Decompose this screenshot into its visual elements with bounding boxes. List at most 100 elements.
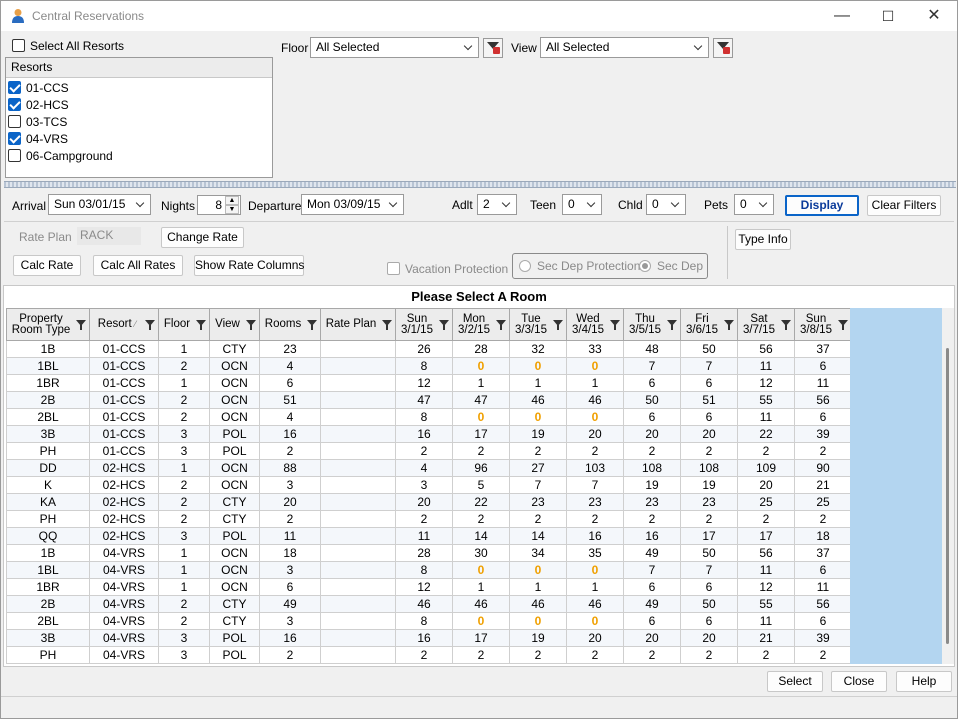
table-cell: 2 bbox=[509, 646, 567, 664]
column-header[interactable]: Property Room Type bbox=[6, 308, 90, 341]
resort-checkbox[interactable] bbox=[8, 115, 21, 128]
table-row[interactable]: 2BL 04-VRS 2 CTY 3 8 0 0 0 6 6 11 6 bbox=[6, 612, 852, 630]
table-row[interactable]: K 02-HCS 2 OCN 3 3 5 7 7 19 19 20 21 bbox=[6, 476, 852, 494]
column-filter-icon[interactable] bbox=[382, 320, 392, 330]
column-filter-icon[interactable] bbox=[667, 320, 677, 330]
table-row[interactable]: KA 02-HCS 2 CTY 20 20 22 23 23 23 23 25 25 bbox=[6, 493, 852, 511]
arrival-date-picker[interactable]: Sun 03/01/15 bbox=[48, 194, 151, 215]
change-rate-button[interactable]: Change Rate bbox=[161, 227, 244, 248]
chevron-down-icon bbox=[461, 38, 478, 57]
table-row[interactable]: 1BR 04-VRS 1 OCN 6 12 1 1 1 6 6 12 11 bbox=[6, 578, 852, 596]
close-window-button[interactable]: ✕ bbox=[911, 1, 957, 31]
column-header-label: View bbox=[215, 318, 240, 330]
table-cell: 46 bbox=[509, 391, 567, 409]
show-rate-columns-button[interactable]: Show Rate Columns bbox=[194, 255, 304, 276]
table-row[interactable]: PH 02-HCS 2 CTY 2 2 2 2 2 2 2 2 2 bbox=[6, 510, 852, 528]
table-row[interactable]: 1BL 01-CCS 2 OCN 4 8 0 0 0 7 7 11 6 bbox=[6, 357, 852, 375]
table-cell: 20 bbox=[566, 425, 624, 443]
table-row[interactable]: 2BL 01-CCS 2 OCN 4 8 0 0 0 6 6 11 6 bbox=[6, 408, 852, 426]
table-row[interactable]: 3B 04-VRS 3 POL 16 16 17 19 20 20 20 21 39 bbox=[6, 629, 852, 647]
vertical-scrollbar[interactable] bbox=[942, 308, 954, 664]
floor-dropdown[interactable]: All Selected bbox=[310, 37, 479, 58]
table-row[interactable]: 3B 01-CCS 3 POL 16 16 17 19 20 20 20 22 39 bbox=[6, 425, 852, 443]
resort-item-06-campground[interactable]: 06-Campground bbox=[6, 147, 272, 164]
column-header[interactable]: Resort ⁄ bbox=[89, 308, 159, 341]
calc-all-rates-button[interactable]: Calc All Rates bbox=[93, 255, 183, 276]
help-button[interactable]: Help bbox=[896, 671, 952, 692]
sec-dep-protection-radio[interactable] bbox=[519, 260, 531, 272]
column-filter-icon[interactable] bbox=[838, 320, 848, 330]
resort-checkbox[interactable] bbox=[8, 149, 21, 162]
resort-item-02-hcs[interactable]: 02-HCS bbox=[6, 96, 272, 113]
column-filter-icon[interactable] bbox=[610, 320, 620, 330]
departure-date-picker[interactable]: Mon 03/09/15 bbox=[301, 194, 404, 215]
calc-rate-button[interactable]: Calc Rate bbox=[13, 255, 81, 276]
column-filter-icon[interactable] bbox=[76, 320, 86, 330]
clear-view-filter-icon[interactable] bbox=[713, 38, 733, 58]
nights-stepper[interactable]: 8 ▲ ▼ bbox=[197, 195, 241, 215]
scrollbar-thumb[interactable] bbox=[946, 348, 949, 644]
display-button[interactable]: Display bbox=[785, 195, 859, 216]
stepper-down-icon[interactable]: ▼ bbox=[225, 205, 239, 214]
select-all-resorts-checkbox[interactable] bbox=[12, 39, 25, 52]
resort-item-03-tcs[interactable]: 03-TCS bbox=[6, 113, 272, 130]
column-header[interactable]: Sun 3/1/15 bbox=[395, 308, 453, 341]
column-filter-icon[interactable] bbox=[781, 320, 791, 330]
resort-checkbox[interactable] bbox=[8, 81, 21, 94]
select-button[interactable]: Select bbox=[767, 671, 823, 692]
vacation-protection-checkbox[interactable] bbox=[387, 262, 400, 275]
column-header[interactable]: Rate Plan bbox=[320, 308, 396, 341]
resort-item-01-ccs[interactable]: 01-CCS bbox=[6, 79, 272, 96]
table-cell: 7 bbox=[566, 476, 624, 494]
column-filter-icon[interactable] bbox=[439, 320, 449, 330]
column-header[interactable]: Thu 3/5/15 bbox=[623, 308, 681, 341]
column-filter-icon[interactable] bbox=[145, 320, 155, 330]
clear-filters-button[interactable]: Clear Filters bbox=[867, 195, 941, 216]
table-row[interactable]: 2B 01-CCS 2 OCN 51 47 47 46 46 50 51 55 56 bbox=[6, 391, 852, 409]
resort-item-04-vrs[interactable]: 04-VRS bbox=[6, 130, 272, 147]
column-filter-icon[interactable] bbox=[553, 320, 563, 330]
column-header[interactable]: Wed 3/4/15 bbox=[566, 308, 624, 341]
column-header[interactable]: Sat 3/7/15 bbox=[737, 308, 795, 341]
column-header[interactable]: View bbox=[209, 308, 260, 341]
type-info-button[interactable]: Type Info bbox=[735, 229, 791, 250]
column-filter-icon[interactable] bbox=[196, 320, 206, 330]
stepper-up-icon[interactable]: ▲ bbox=[225, 196, 239, 205]
resort-checkbox[interactable] bbox=[8, 132, 21, 145]
table-row[interactable]: 2B 04-VRS 2 CTY 49 46 46 46 46 49 50 55 56 bbox=[6, 595, 852, 613]
table-row[interactable]: PH 01-CCS 3 POL 2 2 2 2 2 2 2 2 2 bbox=[6, 442, 852, 460]
view-dropdown[interactable]: All Selected bbox=[540, 37, 709, 58]
clear-floor-filter-icon[interactable] bbox=[483, 38, 503, 58]
column-filter-icon[interactable] bbox=[307, 320, 317, 330]
pets-dropdown[interactable]: 0 bbox=[734, 194, 774, 215]
table-row[interactable]: DD 02-HCS 1 OCN 88 4 96 27 103 108 108 109 90 bbox=[6, 459, 852, 477]
table-cell: PH bbox=[6, 510, 90, 528]
column-filter-icon[interactable] bbox=[724, 320, 734, 330]
table-row[interactable]: 1BR 01-CCS 1 OCN 6 12 1 1 1 6 6 12 11 bbox=[6, 374, 852, 392]
minimize-button[interactable]: — bbox=[819, 1, 865, 31]
close-button[interactable]: Close bbox=[831, 671, 887, 692]
table-cell: 1BL bbox=[6, 357, 90, 375]
column-header[interactable]: Floor bbox=[158, 308, 210, 341]
column-filter-icon[interactable] bbox=[496, 320, 506, 330]
table-cell bbox=[320, 629, 396, 647]
resort-checkbox[interactable] bbox=[8, 98, 21, 111]
adults-dropdown[interactable]: 2 bbox=[477, 194, 517, 215]
table-row[interactable]: 1BL 04-VRS 1 OCN 3 8 0 0 0 7 7 11 6 bbox=[6, 561, 852, 579]
column-header[interactable]: Mon 3/2/15 bbox=[452, 308, 510, 341]
table-row[interactable]: QQ 02-HCS 3 POL 11 11 14 14 16 16 17 17 18 bbox=[6, 527, 852, 545]
column-header[interactable]: Fri 3/6/15 bbox=[680, 308, 738, 341]
table-row[interactable]: 1B 01-CCS 1 CTY 23 26 28 32 33 48 50 56 37 bbox=[6, 340, 852, 358]
maximize-button[interactable]: ☐ bbox=[865, 1, 911, 31]
table-cell: 3 bbox=[158, 629, 210, 647]
panel-splitter[interactable] bbox=[4, 181, 956, 188]
sec-dep-radio[interactable] bbox=[639, 260, 651, 272]
column-header[interactable]: Rooms bbox=[259, 308, 321, 341]
table-row[interactable]: PH 04-VRS 3 POL 2 2 2 2 2 2 2 2 2 bbox=[6, 646, 852, 664]
child-dropdown[interactable]: 0 bbox=[646, 194, 686, 215]
teen-dropdown[interactable]: 0 bbox=[562, 194, 602, 215]
column-header[interactable]: Tue 3/3/15 bbox=[509, 308, 567, 341]
column-header[interactable]: Sun 3/8/15 bbox=[794, 308, 852, 341]
table-row[interactable]: 1B 04-VRS 1 OCN 18 28 30 34 35 49 50 56 37 bbox=[6, 544, 852, 562]
column-filter-icon[interactable] bbox=[246, 320, 256, 330]
